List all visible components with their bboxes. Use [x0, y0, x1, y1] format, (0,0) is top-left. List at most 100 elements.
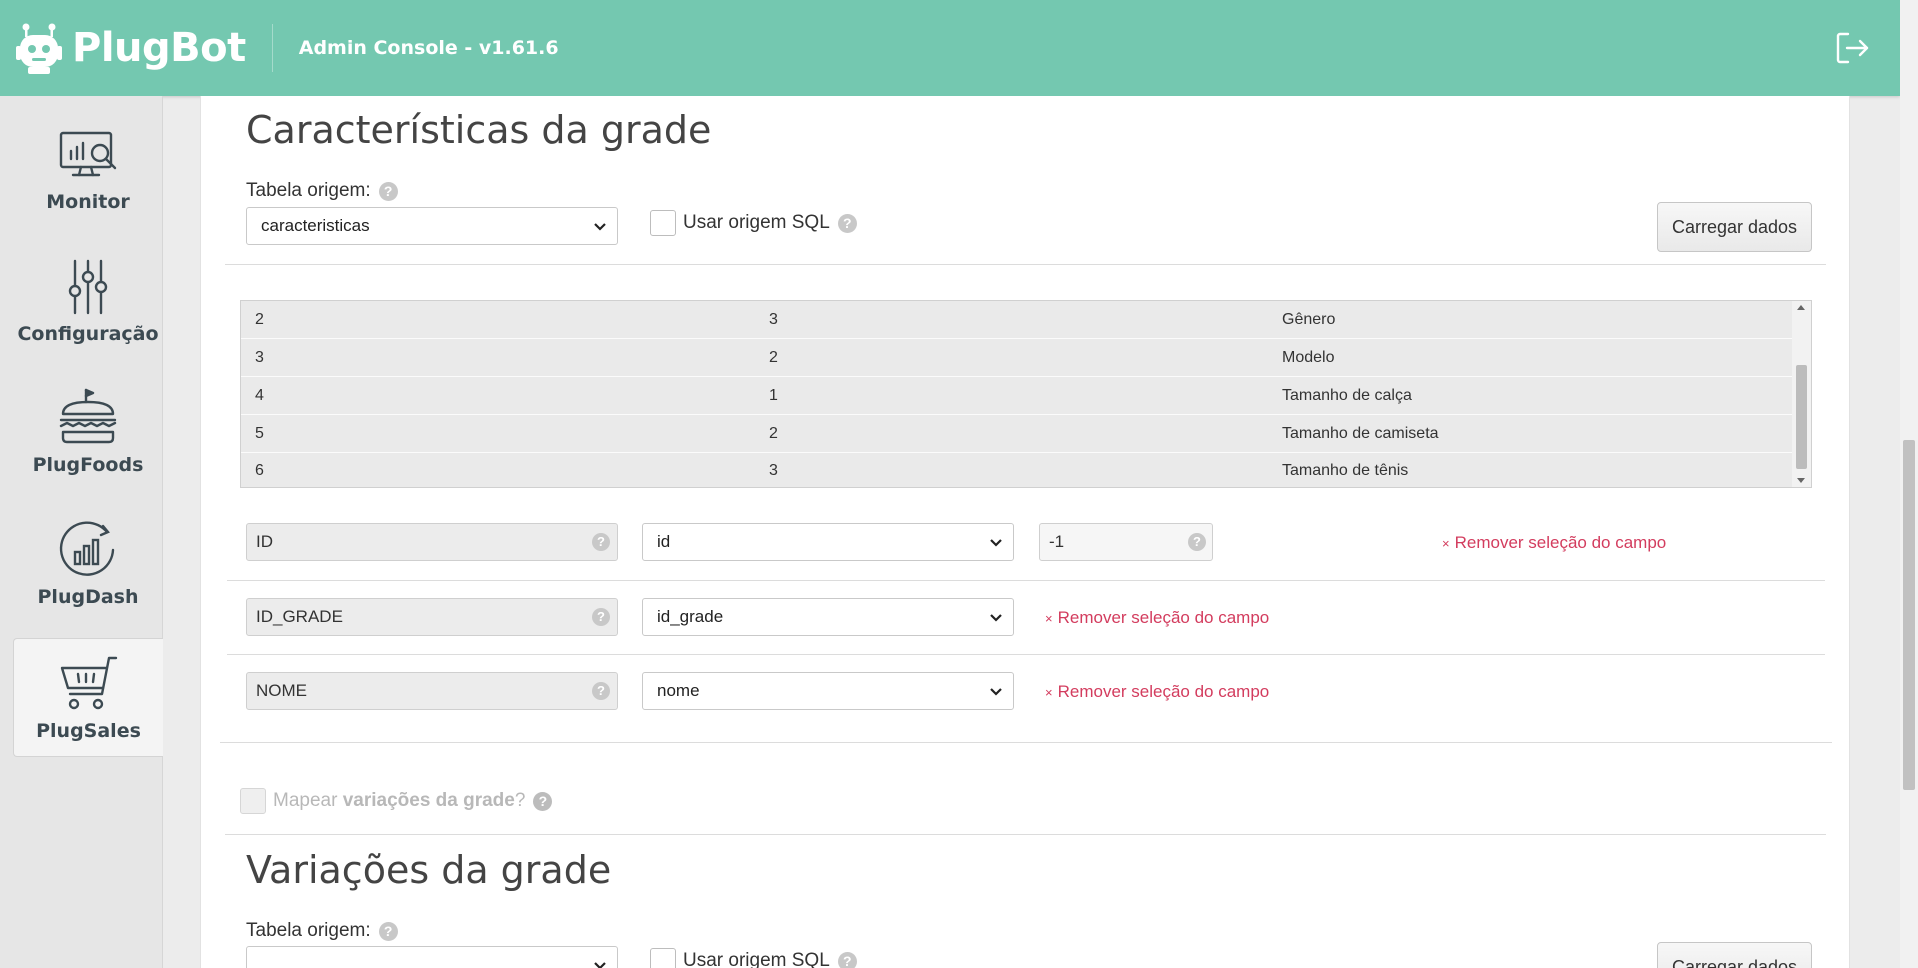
tabela-origem-text: Tabela origem: — [246, 920, 371, 941]
logo[interactable]: PlugBot — [16, 0, 246, 96]
field-select-value: nome — [657, 681, 700, 700]
field-select-nome[interactable]: nome — [642, 672, 1014, 710]
field-name-text: ID — [256, 532, 273, 551]
scroll-thumb[interactable] — [1796, 365, 1807, 469]
header-divider — [271, 24, 273, 72]
help-icon[interactable]: ? — [1188, 533, 1206, 551]
usar-origem-sql-label: Usar origem SQL ? — [683, 950, 857, 968]
tabela-origem-label: Tabela origem: ? — [246, 920, 398, 942]
page-scrollbar[interactable] — [1900, 0, 1918, 968]
cell: 4 — [255, 387, 264, 404]
usar-origem-sql-checkbox[interactable] — [650, 210, 676, 236]
table-row[interactable]: 6 3 Tamanho de tênis — [241, 452, 1793, 487]
chevron-down-icon — [594, 223, 606, 231]
mapear-suffix: ? — [514, 790, 526, 811]
table-row[interactable]: 5 2 Tamanho de camiseta — [241, 415, 1793, 453]
app-header: PlugBot Admin Console - v1.61.6 — [0, 0, 1900, 96]
sidebar-item-label: PlugSales — [36, 719, 141, 742]
mapear-variacoes-checkbox[interactable] — [240, 788, 266, 814]
section-title-variacoes: Variações da grade — [246, 848, 612, 892]
remover-selecao-text: Remover seleção do campo — [1057, 682, 1270, 701]
tabela-origem-label: Tabela origem: ? — [246, 180, 398, 202]
cell: Gênero — [1282, 311, 1336, 328]
remover-selecao-link[interactable]: × Remover seleção do campo — [1442, 533, 1666, 553]
table-row[interactable]: 4 1 Tamanho de calça — [241, 377, 1793, 415]
sidebar-item-configuracao[interactable]: Configuração — [13, 242, 163, 360]
default-value-text: -1 — [1049, 532, 1065, 551]
field-select-value: id_grade — [657, 607, 724, 626]
help-icon[interactable]: ? — [592, 533, 610, 551]
data-table: 2 3 Gênero 3 2 Modelo 4 1 Tamanho de cal… — [240, 300, 1812, 488]
help-icon[interactable]: ? — [837, 213, 857, 233]
help-icon[interactable]: ? — [378, 921, 398, 941]
sidebar-item-plugsales[interactable]: PlugSales — [13, 638, 163, 757]
sidebar-item-monitor[interactable]: Monitor — [13, 110, 163, 228]
divider — [220, 742, 1832, 743]
scroll-up-arrow[interactable] — [1797, 305, 1805, 310]
cell: 3 — [255, 349, 264, 366]
remover-selecao-text: Remover seleção do campo — [1057, 608, 1270, 627]
carregar-dados-button[interactable]: Carregar dados — [1657, 202, 1812, 252]
chart-icon — [59, 521, 115, 576]
cell: Tamanho de tênis — [1282, 462, 1409, 479]
sidebar-item-label: Monitor — [46, 191, 130, 213]
sidebar-item-plugdash[interactable]: PlugDash — [13, 505, 163, 623]
sidebar-item-label: PlugDash — [37, 586, 139, 608]
field-select-value: id — [657, 532, 671, 551]
table-row[interactable]: 3 2 Modelo — [241, 339, 1793, 377]
field-name-text: NOME — [256, 681, 307, 700]
sidebar-item-plugfoods[interactable]: PlugFoods — [13, 373, 163, 491]
cell: Tamanho de calça — [1282, 387, 1412, 404]
close-icon: × — [1045, 610, 1053, 626]
cell: 3 — [769, 462, 778, 479]
field-name-id: ID ? — [246, 523, 618, 561]
close-icon: × — [1442, 535, 1450, 551]
cell: 2 — [769, 349, 778, 366]
variacoes-usar-origem-sql-checkbox[interactable] — [650, 948, 676, 968]
divider — [227, 654, 1825, 655]
field-select-id-grade[interactable]: id_grade — [642, 598, 1014, 636]
divider — [225, 834, 1826, 835]
cell: 5 — [255, 425, 264, 442]
tabela-origem-select[interactable]: caracteristicas — [246, 207, 618, 245]
help-icon[interactable]: ? — [837, 951, 857, 968]
remover-selecao-link[interactable]: × Remover seleção do campo — [1045, 682, 1269, 702]
sidebar: Monitor Configuração PlugFoods PlugDash … — [0, 96, 163, 968]
logout-icon[interactable] — [1834, 30, 1870, 66]
monitor-icon — [59, 131, 117, 177]
variacoes-carregar-dados-button[interactable]: Carregar dados — [1657, 942, 1812, 968]
field-name-id-grade: ID_GRADE ? — [246, 598, 618, 636]
chevron-down-icon — [594, 962, 606, 968]
scroll-down-arrow[interactable] — [1797, 478, 1805, 483]
help-icon[interactable]: ? — [533, 791, 553, 811]
chevron-down-icon — [990, 614, 1002, 622]
table-scrollbar[interactable] — [1792, 301, 1811, 487]
variacoes-tabela-origem-select[interactable] — [246, 946, 618, 968]
cart-icon — [60, 656, 117, 709]
main-content: Características da grade Tabela origem: … — [200, 96, 1850, 968]
sliders-icon — [68, 259, 108, 315]
help-icon[interactable]: ? — [378, 181, 398, 201]
field-select-id[interactable]: id — [642, 523, 1014, 561]
divider — [227, 580, 1825, 581]
help-icon[interactable]: ? — [592, 608, 610, 626]
cell: 2 — [769, 425, 778, 442]
mapear-variacoes-label: Mapear variações da grade ? ? — [273, 790, 553, 812]
table-row[interactable]: 2 3 Gênero — [241, 301, 1793, 339]
section-title-caracteristicas: Características da grade — [246, 108, 712, 152]
mapear-bold: variações da grade — [342, 790, 515, 811]
field-name-nome: NOME ? — [246, 672, 618, 710]
help-icon[interactable]: ? — [592, 682, 610, 700]
usar-origem-sql-text: Usar origem SQL — [683, 212, 830, 233]
app-name: PlugBot — [72, 25, 246, 71]
default-value-input[interactable]: -1 ? — [1039, 523, 1213, 561]
tabela-origem-value: caracteristicas — [261, 216, 370, 235]
remover-selecao-link[interactable]: × Remover seleção do campo — [1045, 608, 1269, 628]
divider — [225, 264, 1826, 265]
chevron-down-icon — [990, 688, 1002, 696]
sidebar-item-label: PlugFoods — [32, 454, 144, 476]
cell: 1 — [769, 387, 778, 404]
remover-selecao-text: Remover seleção do campo — [1454, 533, 1667, 552]
page-scroll-thumb[interactable] — [1903, 440, 1915, 790]
usar-origem-sql-text: Usar origem SQL — [683, 950, 830, 968]
